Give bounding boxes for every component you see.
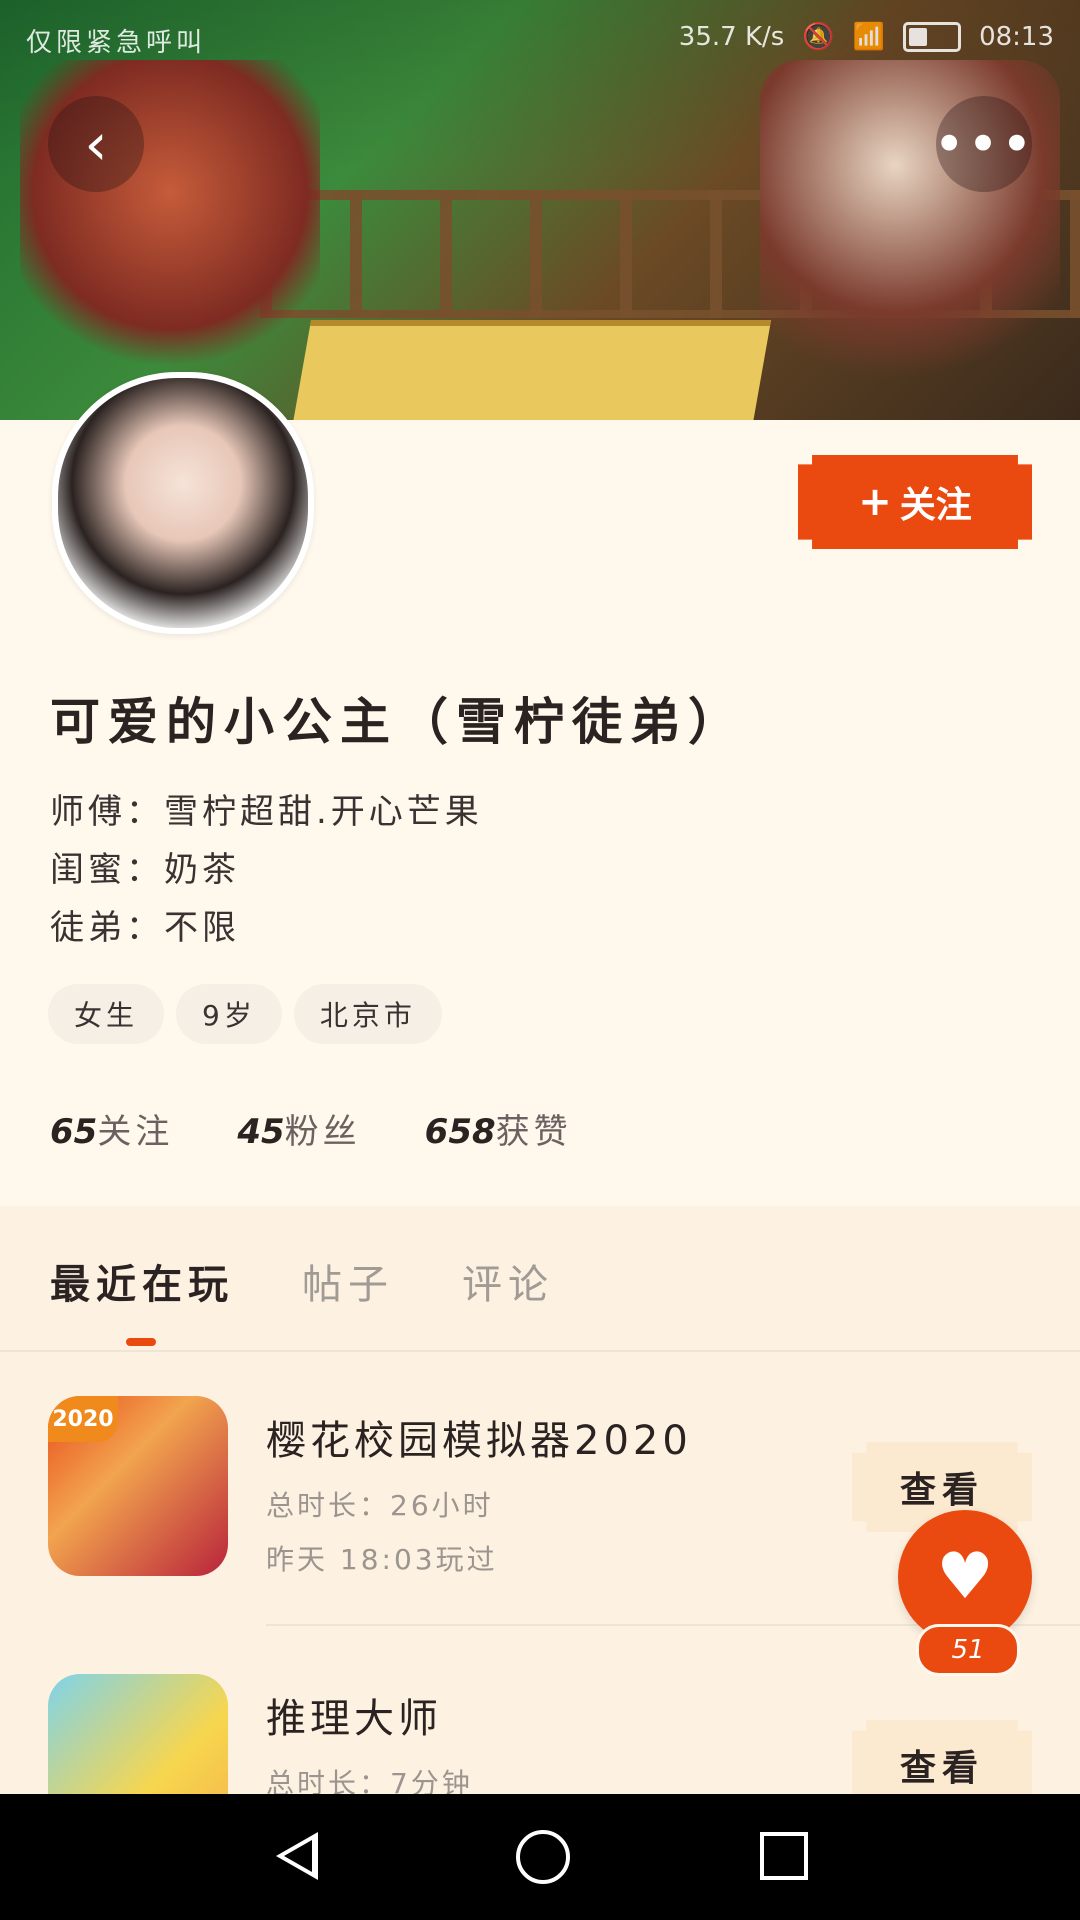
follow-label: 关注 (899, 485, 972, 526)
info-master: 师傅：雪柠超甜.开心芒果 (50, 792, 483, 832)
banner-go-board (288, 320, 772, 420)
info-bestie: 闺蜜：奶茶 (50, 850, 240, 890)
game-title: 樱花校园模拟器2020 (266, 1418, 692, 1464)
wifi-icon: 📶 (852, 22, 886, 52)
nav-recent-icon[interactable] (760, 1832, 808, 1880)
like-count: 51 (916, 1624, 1020, 1676)
back-icon: ‹ (84, 110, 108, 178)
game-total-time: 总时长：26小时 (266, 1489, 494, 1522)
stat-following-label: 关注 (97, 1112, 174, 1152)
nav-home-icon[interactable] (516, 1830, 570, 1884)
tag-age: 9岁 (176, 984, 282, 1044)
status-right: 35.7 K/s 🔕 📶 08:13 (679, 22, 1054, 52)
icon-badge: 2020 (48, 1396, 118, 1442)
more-icon: ••• (933, 112, 1035, 176)
tag-gender: 女生 (48, 984, 165, 1044)
mute-icon: 🔕 (802, 22, 835, 52)
battery-icon (903, 22, 962, 52)
profile-stats: 65关注 45粉丝 658获赞 (50, 1104, 572, 1153)
game-title: 推理大师 (266, 1696, 442, 1742)
stat-following-count: 65 (50, 1112, 98, 1152)
tab-indicator (126, 1338, 156, 1346)
nav-back-icon[interactable] (276, 1832, 318, 1880)
tab-comments[interactable]: 评论 (462, 1252, 554, 1310)
tabs-divider (0, 1350, 1080, 1352)
stat-likes[interactable]: 658获赞 (425, 1104, 572, 1153)
stat-following[interactable]: 65关注 (50, 1104, 173, 1153)
stat-fans-count: 45 (237, 1112, 285, 1152)
avatar[interactable] (52, 372, 314, 634)
heart-icon: ♥ (936, 1540, 994, 1614)
stat-likes-count: 658 (424, 1112, 496, 1152)
status-left-text: 仅限紧急呼叫 (26, 28, 207, 58)
tab-bar: 最近在玩 帖子 评论 (50, 1252, 554, 1310)
status-bar: 仅限紧急呼叫 35.7 K/s 🔕 📶 08:13 (0, 0, 1080, 76)
system-nav-bar (0, 1794, 1080, 1920)
plus-icon: + (858, 479, 892, 525)
profile-name: 可爱的小公主（雪柠徒弟） (50, 693, 746, 751)
game-last-played: 昨天 18:03玩过 (266, 1543, 498, 1576)
network-speed: 35.7 K/s (678, 22, 785, 52)
stat-fans[interactable]: 45粉丝 (237, 1104, 360, 1153)
stat-fans-label: 粉丝 (284, 1112, 361, 1152)
game-icon-sakura[interactable]: 2020 (48, 1396, 228, 1576)
tab-recently-playing[interactable]: 最近在玩 (50, 1252, 234, 1310)
tab-posts[interactable]: 帖子 (302, 1252, 394, 1310)
info-apprentice: 徒弟：不限 (50, 908, 240, 948)
follow-button[interactable]: + 关注 (798, 455, 1032, 549)
tag-city: 北京市 (293, 984, 442, 1044)
profile-tags: 女生 9岁 北京市 (48, 984, 442, 1044)
back-button[interactable]: ‹ (48, 96, 144, 192)
clock: 08:13 (979, 22, 1054, 52)
stat-likes-label: 获赞 (495, 1112, 572, 1152)
more-button[interactable]: ••• (933, 96, 1035, 192)
